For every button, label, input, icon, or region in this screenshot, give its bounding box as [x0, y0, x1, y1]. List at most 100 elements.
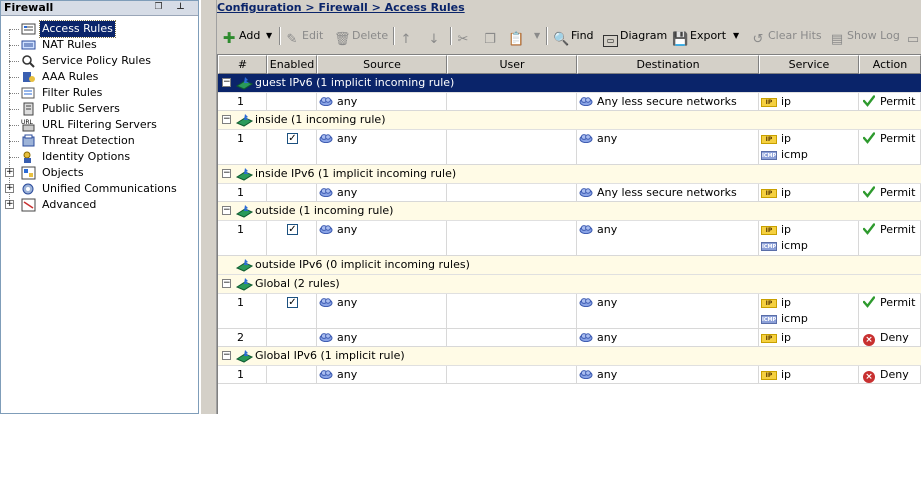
network-cloud-icon — [319, 296, 337, 309]
action-text: Deny — [880, 331, 909, 344]
scissors-icon: ✂ — [457, 32, 469, 47]
collapse-icon[interactable]: − — [222, 279, 231, 288]
rule-group-header[interactable]: − inside (1 incoming rule) — [218, 111, 921, 130]
interface-icon — [235, 204, 254, 219]
sidebar-item-unified-communications[interactable]: + Unified Communications — [1, 181, 198, 197]
delete-button[interactable]: 🗑Delete — [334, 26, 388, 47]
table-row[interactable]: 2 any any IP ip × Deny — [218, 329, 921, 347]
column-header-source[interactable]: Source — [317, 55, 447, 74]
sidebar-item-objects[interactable]: + Objects — [1, 165, 198, 181]
rule-group-header[interactable]: outside IPv6 (0 implicit incoming rules) — [218, 256, 921, 275]
column-header-enabled[interactable]: Enabled — [267, 55, 317, 74]
table-row[interactable]: 1 any Any less secure networks IP ip Permit — [218, 184, 921, 202]
add-dropdown-arrow[interactable]: ▼ — [266, 26, 272, 46]
action-cell: × Deny — [859, 366, 921, 384]
enabled-checkbox[interactable]: ✓ — [287, 133, 298, 144]
rule-number: 1 — [237, 296, 244, 309]
paste-button[interactable]: 📋 — [508, 26, 526, 47]
rule-number: 1 — [237, 186, 244, 199]
cut-button[interactable]: ✂ — [455, 26, 473, 47]
sidebar-item-label: Advanced — [42, 198, 97, 211]
move-up-button[interactable]: ↑ — [398, 26, 416, 47]
service-cell: IP ip — [759, 366, 859, 384]
sidebar-item-threat-detection[interactable]: Threat Detection — [1, 133, 198, 149]
advanced-icon — [21, 198, 36, 212]
collapse-icon[interactable]: − — [222, 206, 231, 215]
sidebar-item-access-rules[interactable]: Access Rules — [1, 20, 198, 38]
clear-hits-button[interactable]: ↺ Clear Hits — [750, 26, 822, 47]
export-button[interactable]: 💾 Export — [672, 26, 726, 47]
rule-number-cell: 1 — [218, 184, 267, 202]
enabled-checkbox[interactable]: ✓ — [287, 224, 298, 235]
sidebar-item-filter-rules[interactable]: Filter Rules — [1, 85, 198, 101]
rule-group-header[interactable]: − Global IPv6 (1 implicit rule) — [218, 347, 921, 366]
destination-text: any — [597, 368, 618, 381]
pin-panel-icon[interactable]: ⊥ — [175, 2, 186, 13]
rule-group-label: outside IPv6 (0 implicit incoming rules) — [255, 258, 470, 271]
column-header-destination[interactable]: Destination — [577, 55, 759, 74]
diagram-button[interactable]: ▭ Diagram — [603, 26, 668, 47]
table-row[interactable]: 1 ✓ any any IP ip ICMP icmp Permit — [218, 221, 921, 256]
access-rules-table: # Enabled Source User Destination Service Acti… — [217, 54, 921, 414]
rule-group-header[interactable]: − Global (2 rules) — [218, 275, 921, 294]
deny-x-icon: × — [863, 334, 875, 346]
show-log-button[interactable]: ▤ Show Log — [829, 26, 900, 47]
add-label: Add — [239, 29, 261, 42]
paste-dropdown-arrow[interactable]: ▼ — [534, 26, 540, 46]
expand-icon[interactable]: + — [5, 200, 14, 209]
rule-group-header[interactable]: − guest IPv6 (1 implicit incoming rule) — [218, 74, 921, 93]
column-header-number[interactable]: # — [218, 55, 267, 74]
service-cell: IP ip — [759, 329, 859, 347]
enabled-checkbox[interactable]: ✓ — [287, 297, 298, 308]
sidebar-item-identity-options[interactable]: Identity Options — [1, 149, 198, 165]
export-dropdown-arrow[interactable]: ▼ — [733, 26, 739, 46]
table-row[interactable]: 1 any any IP ip × Deny — [218, 366, 921, 384]
user-cell — [447, 130, 577, 165]
collapse-icon[interactable]: − — [222, 78, 231, 87]
enabled-cell — [267, 184, 317, 202]
network-cloud-icon — [319, 223, 337, 236]
column-header-user[interactable]: User — [447, 55, 577, 74]
sidebar-item-label: Access Rules — [39, 20, 116, 38]
sidebar-item-aaa-rules[interactable]: AAA Rules — [1, 69, 198, 85]
network-cloud-icon — [579, 368, 597, 381]
destination-value: Any less secure networks — [579, 94, 737, 110]
copy-button[interactable]: ❐ — [482, 26, 500, 47]
move-down-button[interactable]: ↓ — [426, 26, 444, 47]
collapse-icon[interactable]: − — [222, 351, 231, 360]
find-button[interactable]: 🔍 Find — [553, 26, 594, 47]
breadcrumb[interactable]: Configuration > Firewall > Access Rules — [217, 0, 465, 16]
toolbar-separator — [450, 27, 452, 45]
expand-icon[interactable]: + — [5, 168, 14, 177]
collapse-icon[interactable]: − — [222, 115, 231, 124]
panel-splitter[interactable] — [200, 0, 217, 414]
edit-button[interactable]: ✎ Edit — [284, 26, 324, 47]
sidebar-item-nat-rules[interactable]: NAT Rules — [1, 37, 198, 53]
sidebar-item-advanced[interactable]: + Advanced — [1, 197, 198, 213]
collapse-icon[interactable]: − — [222, 169, 231, 178]
add-button[interactable]: ✚ Add — [221, 26, 261, 46]
source-value: any — [319, 94, 357, 110]
rule-group-label: inside (1 incoming rule) — [255, 113, 386, 126]
diagram-label: Diagram — [620, 29, 668, 42]
source-value: any — [319, 367, 357, 383]
permit-check-icon — [863, 296, 880, 309]
column-header-action[interactable]: Action — [859, 55, 921, 74]
expand-icon[interactable]: + — [5, 184, 14, 193]
more-button[interactable]: ▭ — [905, 26, 921, 47]
table-row[interactable]: 1 ✓ any any IP ip ICMP icmp Permit — [218, 294, 921, 329]
sidebar-item-url-filtering-servers[interactable]: URL URL Filtering Servers — [1, 117, 198, 133]
table-row[interactable]: 1 ✓ any any IP ip ICMP icmp Permit — [218, 130, 921, 165]
float-panel-icon[interactable]: ❐ — [153, 2, 164, 13]
paste-icon: 📋 — [508, 32, 525, 47]
column-header-service[interactable]: Service — [759, 55, 859, 74]
rule-group-header[interactable]: − outside (1 incoming rule) — [218, 202, 921, 221]
table-row[interactable]: 1 any Any less secure networks IP ip Permit — [218, 93, 921, 111]
sidebar-item-public-servers[interactable]: Public Servers — [1, 101, 198, 117]
service-item: IP ip — [761, 367, 791, 383]
tree-connector-line — [9, 157, 19, 158]
service-cell: IP ip ICMP icmp — [759, 294, 859, 329]
rule-group-header[interactable]: − inside IPv6 (1 implicit incoming rule) — [218, 165, 921, 184]
network-cloud-icon — [579, 331, 597, 344]
sidebar-item-service-policy-rules[interactable]: Service Policy Rules — [1, 53, 198, 69]
